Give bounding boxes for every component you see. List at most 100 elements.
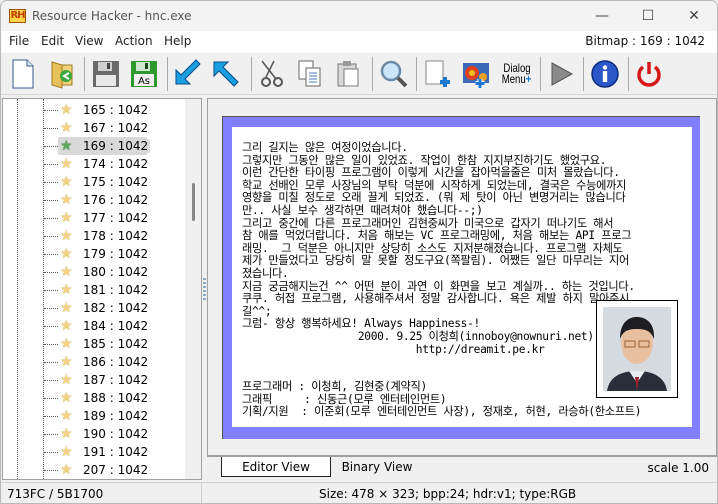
tree-item[interactable]: ★ 188 : 1042 (3, 389, 183, 407)
tree-item[interactable]: ★ 189 : 1042 (3, 407, 183, 425)
tree-connector (44, 434, 58, 435)
tree-item[interactable]: ★ 174 : 1042 (3, 155, 183, 173)
exit-button[interactable] (632, 57, 666, 91)
star-icon: ★ (60, 372, 73, 388)
tree-item[interactable]: ★ 181 : 1042 (3, 281, 183, 299)
tree-item[interactable]: ★ 179 : 1042 (3, 245, 183, 263)
tree-item-label: 186 : 1042 (83, 355, 149, 369)
compile-button[interactable] (171, 57, 205, 91)
star-icon: ★ (60, 174, 73, 190)
tree-item[interactable]: ★ 176 : 1042 (3, 191, 183, 209)
close-button[interactable]: ✕ (671, 1, 717, 31)
tree-item[interactable]: ★ 182 : 1042 (3, 299, 183, 317)
menu-help[interactable]: Help (164, 34, 191, 48)
tree-item[interactable]: ★ 165 : 1042 (3, 101, 183, 119)
tree-item[interactable]: ★ 184 : 1042 (3, 317, 183, 335)
tab-binary-view[interactable]: Binary View (337, 457, 417, 477)
tree-scrollbar[interactable] (185, 99, 201, 479)
star-icon: ★ (60, 390, 73, 406)
bitmap-text-line: 만.. 사실 보수 생각하면 때려쳐야 했습니다--;) (242, 203, 483, 217)
menu-action[interactable]: Action (115, 34, 153, 48)
window-title: Resource Hacker - hnc.exe (32, 9, 192, 23)
tree-connector (44, 146, 58, 147)
star-icon: ★ (60, 336, 73, 352)
tree-item-label: 181 : 1042 (83, 283, 149, 297)
minimize-button[interactable]: — (579, 1, 625, 31)
tree-item-label: 178 : 1042 (83, 229, 149, 243)
tree-item[interactable]: ★ 185 : 1042 (3, 335, 183, 353)
tree-item[interactable]: ★ 167 : 1042 (3, 119, 183, 137)
tree-connector (44, 272, 58, 273)
tree-item[interactable]: ★ 180 : 1042 (3, 263, 183, 281)
star-icon: ★ (60, 138, 73, 154)
save-as-button[interactable]: As (127, 57, 161, 91)
star-icon: ★ (60, 318, 73, 334)
dialog-menu-button[interactable]: Dialog Menu+ (498, 57, 536, 91)
tree-connector (44, 308, 58, 309)
export-button[interactable] (209, 57, 243, 91)
maximize-button[interactable]: ☐ (625, 1, 671, 31)
dialog-menu-label: Menu+ (502, 72, 532, 86)
tree-connector (44, 182, 58, 183)
copy-button[interactable] (293, 57, 327, 91)
resource-label: Bitmap : 169 : 1042 (585, 34, 705, 48)
star-icon: ★ (60, 282, 73, 298)
paste-button[interactable] (331, 57, 365, 91)
tree-connector (44, 218, 58, 219)
tab-editor-view[interactable]: Editor View (221, 457, 331, 477)
tree-connector (44, 326, 58, 327)
menu-file[interactable]: File (9, 34, 29, 48)
star-icon: ★ (60, 354, 73, 370)
star-icon: ★ (60, 210, 73, 226)
save-floppy-icon (93, 61, 119, 87)
about-button[interactable] (588, 57, 622, 91)
tree-item[interactable]: ★ 178 : 1042 (3, 227, 183, 245)
add-image-resource-button[interactable] (459, 57, 493, 91)
star-icon: ★ (60, 192, 73, 208)
tree-connector (44, 380, 58, 381)
run-button[interactable] (544, 57, 578, 91)
save-as-floppy-icon: As (131, 61, 157, 87)
add-blank-resource-button[interactable] (421, 57, 455, 91)
tree-scroll-thumb[interactable] (192, 183, 195, 221)
portrait-photo (596, 300, 678, 398)
star-icon: ★ (60, 228, 73, 244)
status-bar: 713FC / 5B1700 Size: 478 × 323; bpp:24; … (1, 482, 717, 503)
cut-button[interactable] (255, 57, 289, 91)
tree-item[interactable]: ★ 169 : 1042 (3, 137, 183, 155)
star-icon: ★ (60, 120, 73, 136)
info-icon (591, 60, 619, 88)
tree-item[interactable]: ★ 191 : 1042 (3, 443, 183, 461)
tree-item[interactable]: ★ 177 : 1042 (3, 209, 183, 227)
bitmap-text-line: 그리 길지는 않은 여정이었습니다. (242, 141, 408, 154)
tree-item-label: 180 : 1042 (83, 265, 149, 279)
find-button[interactable] (377, 57, 411, 91)
menu-label-text: Menu (502, 72, 527, 86)
scale-label: scale 1.00 (647, 461, 709, 475)
play-icon (551, 62, 574, 86)
menu-bar: File Edit View Action Help Bitmap : 169 … (1, 31, 717, 53)
tree-item[interactable]: ★ 207 : 1042 (3, 461, 183, 479)
tree-item-label: 179 : 1042 (83, 247, 149, 261)
tree-connector (44, 452, 58, 453)
tree-connector (44, 254, 58, 255)
tree-item[interactable]: ★ 190 : 1042 (3, 425, 183, 443)
bitmap-editor-pane: 그리 길지는 않은 여정이었습니다. 그렇지만 그동안 많은 일이 있었죠. 작업… (207, 98, 717, 456)
tree-item[interactable]: ★ 186 : 1042 (3, 353, 183, 371)
tree-connector (44, 200, 58, 201)
tree-connector (44, 164, 58, 165)
tree-item[interactable]: ★ 187 : 1042 (3, 371, 183, 389)
star-icon: ★ (60, 156, 73, 172)
splitter-grip-icon (203, 278, 206, 300)
resource-tree[interactable]: ★ 165 : 1042 ★ 167 : 1042 ★ 169 : 1042 ★ 174 : … (2, 98, 202, 480)
open-file-button[interactable] (45, 57, 79, 91)
magnifier-icon (380, 60, 408, 88)
view-tabs: Editor View Binary View scale 1.00 (207, 456, 717, 480)
save-button[interactable] (89, 57, 123, 91)
new-file-button[interactable] (6, 57, 40, 91)
tree-item[interactable]: ★ 175 : 1042 (3, 173, 183, 191)
star-icon: ★ (60, 246, 73, 262)
menu-edit[interactable]: Edit (41, 34, 64, 48)
tree-item-label: 190 : 1042 (83, 427, 149, 441)
menu-view[interactable]: View (75, 34, 103, 48)
